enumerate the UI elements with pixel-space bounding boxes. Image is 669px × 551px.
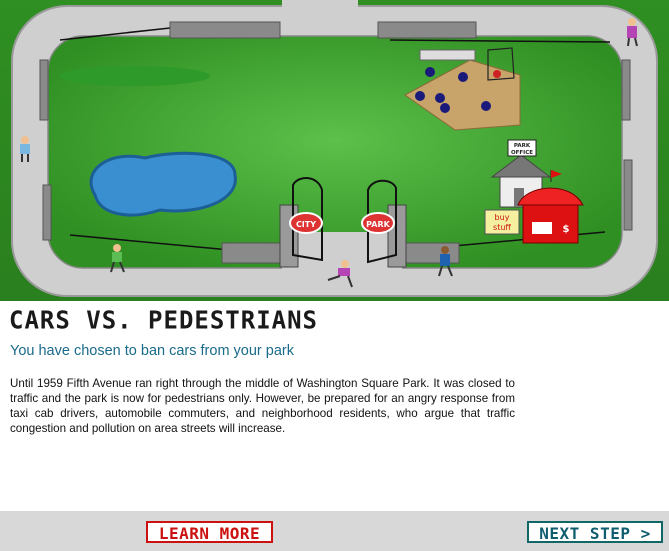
park-scene: CITY PARK PARK OFFICE $ buy stuff [0,0,669,301]
page-title: Cars vs. Pedestrians [9,305,318,335]
gate-left-sign: CITY [296,220,316,229]
office-sign-line1: PARK [514,143,531,149]
office-sign-line2: OFFICE [511,150,533,156]
stand-sign-line2: stuff [493,223,511,232]
top-path [282,0,358,14]
gate-right-sign: PARK [366,220,390,229]
page-subtitle: You have chosen to ban cars from your pa… [10,343,294,359]
hill [60,66,210,86]
bleachers [419,49,476,61]
stand-symbol: $ [563,224,570,235]
description-text: Until 1959 Fifth Avenue ran right throug… [10,377,515,435]
next-step-button[interactable]: NEXT STEP > [527,521,663,543]
stand-sign-line1: buy [495,213,510,222]
learn-more-button[interactable]: LEARN MORE [146,521,273,543]
park-illustration: CITY PARK PARK OFFICE $ buy stuff [0,0,669,301]
